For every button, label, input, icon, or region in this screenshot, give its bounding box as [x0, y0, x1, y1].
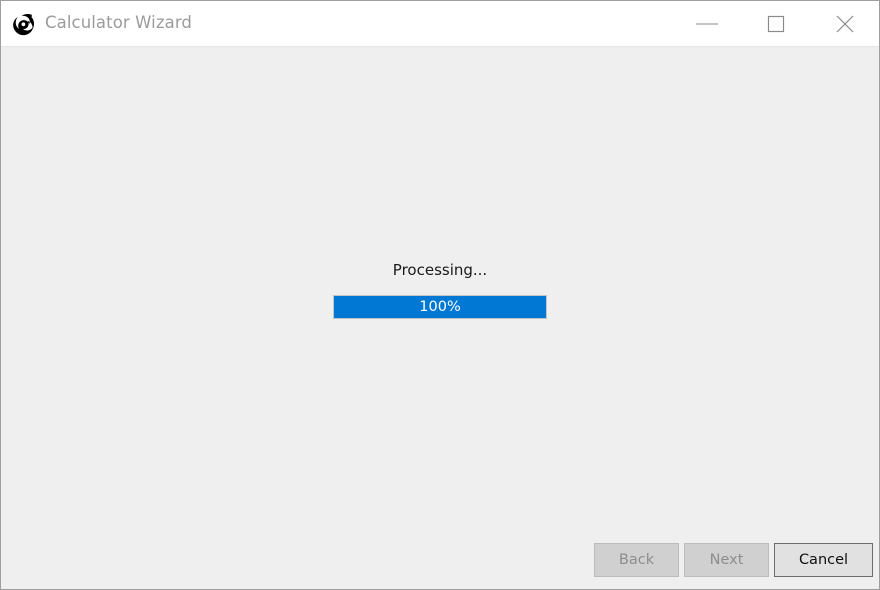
close-icon [833, 12, 857, 36]
back-button[interactable]: Back [594, 543, 679, 577]
cancel-button[interactable]: Cancel [774, 543, 873, 577]
cyclone-icon [9, 9, 39, 39]
window-title: Calculator Wizard [45, 13, 193, 33]
maximize-button[interactable] [741, 1, 810, 46]
status-label: Processing... [392, 261, 488, 279]
close-button[interactable] [810, 1, 879, 46]
wizard-footer: Back Next Cancel [1, 531, 879, 589]
next-button[interactable]: Next [684, 543, 769, 577]
title-bar: Calculator Wizard [1, 1, 879, 47]
progress-bar: 100% [333, 295, 547, 319]
maximize-icon [765, 13, 787, 35]
window-controls [672, 1, 879, 46]
wizard-content: Processing... 100% Back Next Cancel [1, 47, 879, 589]
minimize-icon [684, 18, 730, 30]
wizard-window: Calculator Wizard Processing... 100% Bac… [0, 0, 880, 590]
progress-percent-label: 100% [419, 298, 461, 315]
minimize-button[interactable] [672, 1, 741, 46]
progress-block: Processing... 100% [1, 263, 879, 319]
